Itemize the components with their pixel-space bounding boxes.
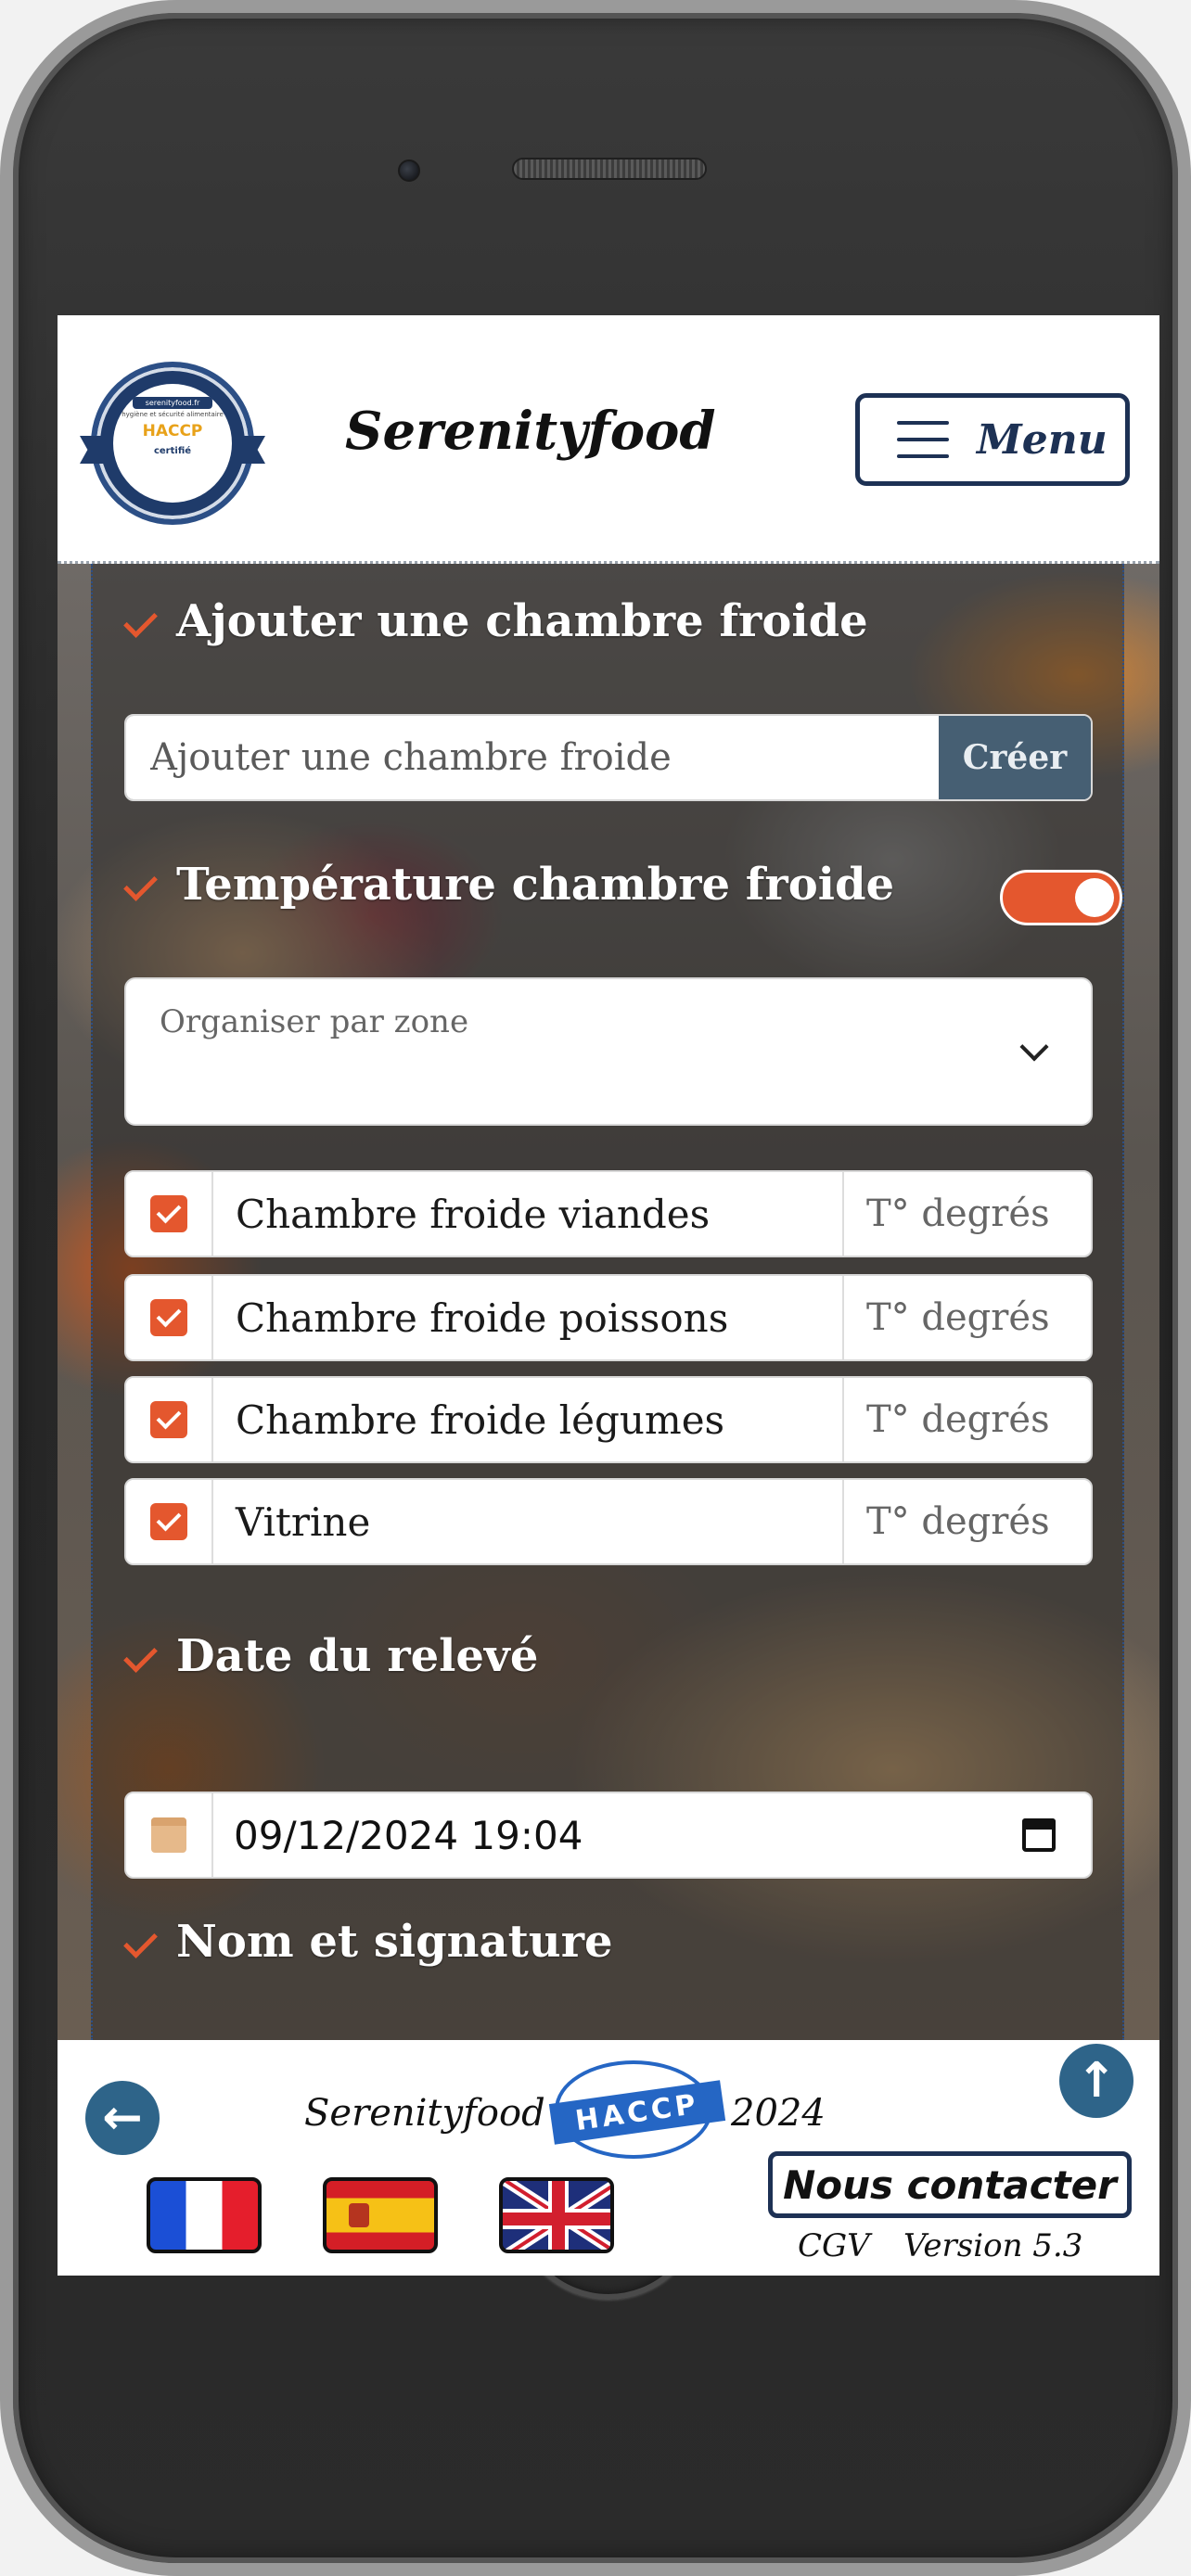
add-cold-room-group: Créer	[124, 714, 1093, 801]
haccp-badge-text: HACCP	[548, 2080, 726, 2145]
check-icon	[124, 607, 163, 635]
screen: serenityfood.fr hygiène et sécurité alim…	[58, 315, 1159, 2276]
room-checkbox[interactable]	[150, 1195, 187, 1232]
logo-line-haccp: HACCP	[142, 422, 203, 440]
date-input-group: 09/12/2024 19:04	[124, 1792, 1093, 1879]
app-footer: ← Serenityfood HACCP 2024 ↑ Nous contact…	[58, 2040, 1159, 2276]
room-temperature-input[interactable]: T° degrés	[842, 1276, 1091, 1359]
contact-button[interactable]: Nous contacter	[768, 2151, 1132, 2218]
hamburger-icon	[897, 421, 949, 458]
spanish-flag-icon[interactable]	[323, 2177, 438, 2253]
room-name: Chambre froide viandes	[236, 1191, 711, 1237]
version-label: Version 5.3	[903, 2227, 1083, 2264]
uk-flag-icon[interactable]	[499, 2177, 614, 2253]
room-checkbox-cell	[126, 1276, 213, 1359]
cold-room-row: Vitrine T° degrés	[124, 1478, 1093, 1565]
section-title-temperature: Température chambre froide	[124, 859, 894, 911]
room-temperature-input[interactable]: T° degrés	[842, 1172, 1091, 1256]
haccp-certified-logo[interactable]: serenityfood.fr hygiène et sécurité alim…	[80, 362, 265, 525]
logo-ribbon-left	[80, 436, 106, 464]
section-title-add-cold-room: Ajouter une chambre froide	[124, 595, 868, 647]
logo-line-certified: certifié	[153, 446, 192, 456]
calendar-icon	[151, 1817, 186, 1853]
check-icon	[124, 1642, 163, 1670]
zone-select-label: Organiser par zone	[160, 1003, 469, 1040]
room-checkbox-cell	[126, 1480, 213, 1563]
back-arrow-icon[interactable]: ←	[85, 2081, 160, 2155]
footer-brand: Serenityfood	[304, 2092, 545, 2135]
room-name: Chambre froide légumes	[236, 1396, 725, 1443]
calendar-picker-icon[interactable]	[1022, 1818, 1056, 1852]
cgv-link[interactable]: CGV	[798, 2227, 870, 2264]
cold-room-row: Chambre froide légumes T° degrés	[124, 1376, 1093, 1463]
temperature-toggle[interactable]	[1000, 870, 1122, 925]
calendar-cell	[126, 1793, 213, 1877]
date-input[interactable]: 09/12/2024 19:04	[213, 1793, 1022, 1877]
room-checkbox[interactable]	[150, 1401, 187, 1438]
logo-line-site: serenityfood.fr	[133, 397, 212, 409]
menu-button[interactable]: Menu	[855, 393, 1130, 486]
section-title-label: Date du relevé	[176, 1630, 539, 1682]
footer-year: 2024	[731, 2092, 826, 2135]
phone-frame: serenityfood.fr hygiène et sécurité alim…	[0, 0, 1191, 2576]
app-title: Serenityfood	[345, 401, 716, 462]
app-header: serenityfood.fr hygiène et sécurité alim…	[58, 315, 1159, 564]
menu-label: Menu	[977, 415, 1108, 464]
room-name: Vitrine	[236, 1498, 371, 1545]
logo-inner: serenityfood.fr hygiène et sécurité alim…	[113, 384, 232, 503]
cold-room-row: Chambre froide poissons T° degrés	[124, 1274, 1093, 1361]
french-flag-icon[interactable]	[147, 2177, 262, 2253]
scroll-top-arrow-icon[interactable]: ↑	[1059, 2044, 1133, 2118]
check-icon	[124, 871, 163, 899]
zone-select[interactable]: Organiser par zone	[124, 977, 1093, 1126]
cold-room-row: Chambre froide viandes T° degrés	[124, 1170, 1093, 1257]
toggle-knob	[1075, 878, 1114, 917]
chevron-down-icon	[1019, 1032, 1049, 1062]
logo-ribbon-right	[239, 436, 265, 464]
room-checkbox-cell	[126, 1172, 213, 1256]
logo-line-subtitle: hygiène et sécurité alimentaire	[122, 411, 224, 418]
room-name: Chambre froide poissons	[236, 1294, 729, 1341]
main-content[interactable]: Ajouter une chambre froide Créer Tempéra…	[58, 564, 1159, 2040]
section-title-label: Nom et signature	[176, 1916, 613, 1968]
room-temperature-input[interactable]: T° degrés	[842, 1480, 1091, 1563]
room-checkbox[interactable]	[150, 1503, 187, 1540]
create-button[interactable]: Créer	[939, 716, 1091, 799]
section-title-label: Température chambre froide	[176, 859, 895, 911]
room-checkbox-cell	[126, 1378, 213, 1461]
haccp-badge-logo: HACCP	[548, 2060, 726, 2159]
room-temperature-input[interactable]: T° degrés	[842, 1378, 1091, 1461]
room-checkbox[interactable]	[150, 1299, 187, 1336]
earpiece-speaker	[512, 158, 707, 180]
front-camera	[398, 159, 420, 182]
add-cold-room-input[interactable]	[126, 716, 939, 799]
section-title-signature: Nom et signature	[124, 1916, 613, 1968]
check-icon	[124, 1928, 163, 1956]
section-title-label: Ajouter une chambre froide	[176, 595, 868, 647]
section-title-date: Date du relevé	[124, 1630, 538, 1682]
